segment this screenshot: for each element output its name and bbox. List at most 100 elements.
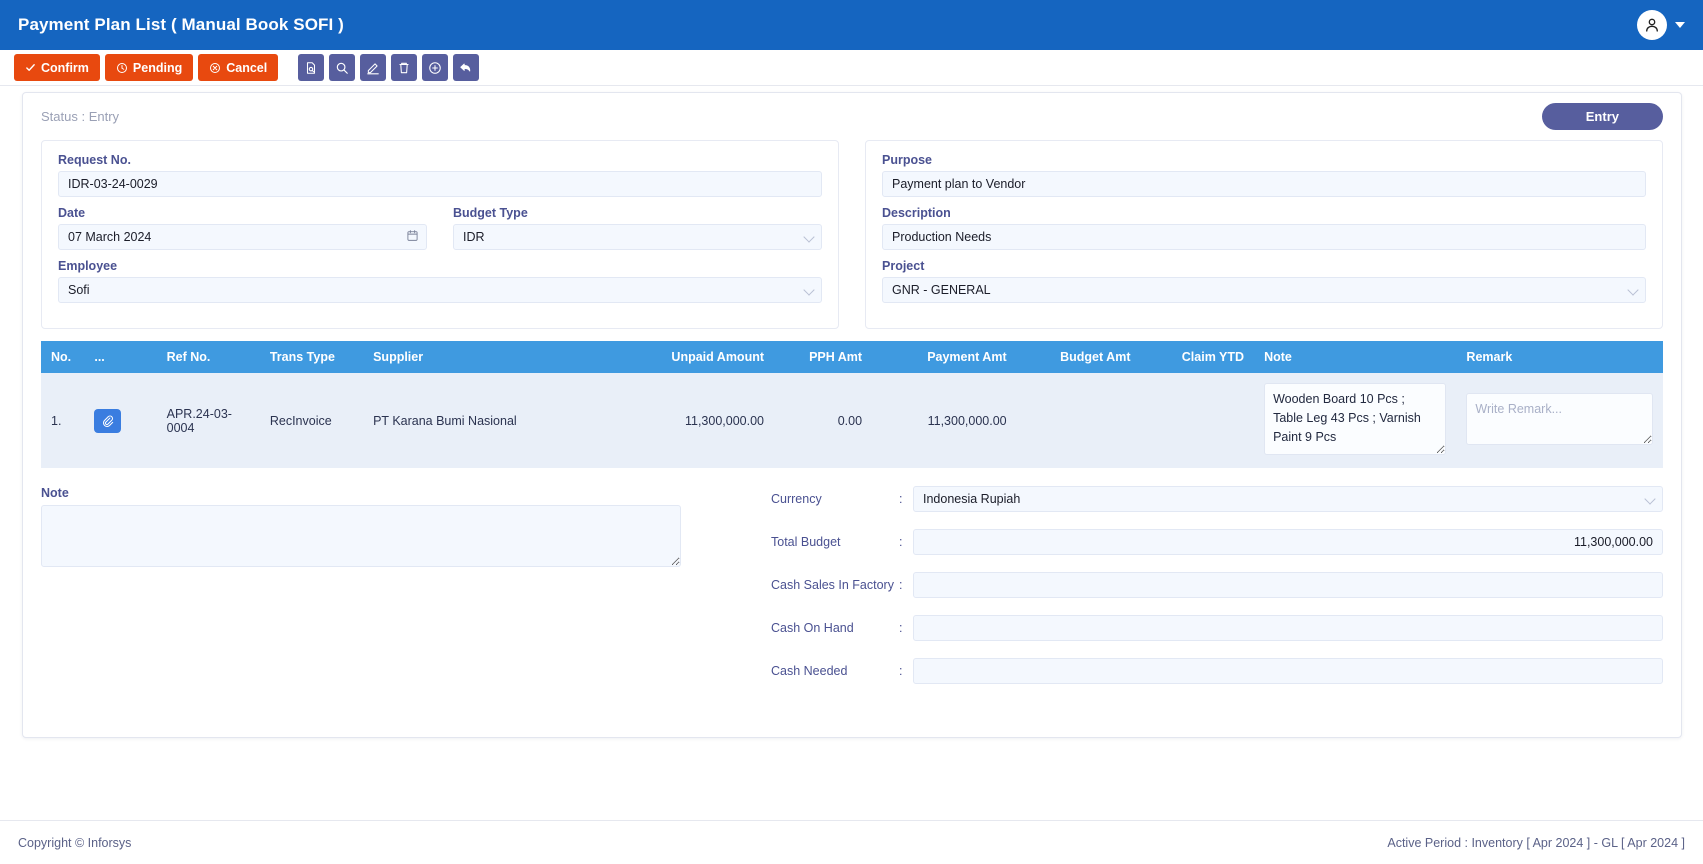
col-claim-ytd[interactable]: Claim YTD [1140, 341, 1255, 373]
status-text: Status : Entry [41, 109, 120, 124]
cell-unpaid-amount: 11,300,000.00 [621, 373, 774, 468]
cash-on-hand-input[interactable] [913, 615, 1663, 641]
cancel-button[interactable]: Cancel [198, 54, 279, 81]
page-title: Payment Plan List ( Manual Book SOFI ) [18, 15, 344, 34]
currency-select[interactable] [913, 486, 1663, 512]
pending-button[interactable]: Pending [104, 54, 194, 81]
field-description: Description [882, 206, 1646, 250]
project-label: Project [882, 259, 925, 273]
employee-select[interactable] [58, 277, 822, 303]
field-project: Project [882, 259, 1646, 303]
request-no-label: Request No. [58, 153, 131, 167]
description-input[interactable] [882, 224, 1646, 250]
cell-note [1254, 373, 1457, 468]
cancel-circle-icon [210, 62, 221, 73]
description-label: Description [882, 206, 951, 220]
total-budget-input[interactable] [913, 529, 1663, 555]
cell-trans-type: RecInvoice [259, 373, 364, 468]
confirm-button[interactable]: Confirm [14, 54, 100, 81]
confirm-button-label: Confirm [41, 60, 89, 75]
paperclip-icon[interactable] [94, 408, 122, 433]
col-unpaid-amount[interactable]: Unpaid Amount [621, 341, 774, 373]
budget-type-select[interactable] [453, 224, 822, 250]
col-attach[interactable]: ... [84, 341, 157, 373]
request-no-input[interactable] [58, 171, 822, 197]
top-bar: Payment Plan List ( Manual Book SOFI ) [0, 0, 1703, 50]
form-panels: Request No. Date [23, 134, 1681, 329]
check-icon [26, 64, 35, 71]
clock-icon [116, 62, 127, 73]
cash-needed-input[interactable] [913, 658, 1663, 684]
cell-pph-amt: 0.00 [774, 373, 873, 468]
colon: : [899, 492, 903, 506]
user-avatar-icon[interactable] [1637, 10, 1667, 40]
field-request-no: Request No. [58, 153, 822, 197]
colon: : [899, 621, 903, 635]
purpose-label: Purpose [882, 153, 933, 167]
col-remark[interactable]: Remark [1456, 341, 1663, 373]
purpose-input[interactable] [882, 171, 1646, 197]
col-budget-amt[interactable]: Budget Amt [1016, 341, 1141, 373]
add-circle-icon[interactable] [422, 54, 449, 81]
cash-needed-label: Cash Needed [771, 664, 848, 678]
row-remark-textarea[interactable] [1466, 393, 1653, 445]
form-panel-right: Purpose Description Project [865, 140, 1663, 329]
row-note-textarea[interactable] [1264, 383, 1447, 455]
cash-sales-in-factory-label: Cash Sales In Factory [771, 578, 894, 592]
cell-supplier: PT Karana Bumi Nasional [363, 373, 622, 468]
summary-row-currency: Currency : [771, 486, 1663, 512]
pending-button-label: Pending [132, 60, 183, 75]
summary-row-cash-needed: Cash Needed : [771, 658, 1663, 684]
project-select[interactable] [882, 277, 1646, 303]
payment-plan-page: Payment Plan List ( Manual Book SOFI ) C… [0, 0, 1703, 864]
summary-row-total-budget: Total Budget : [771, 529, 1663, 555]
undo-arrow-icon[interactable] [453, 54, 480, 81]
document-search-icon[interactable] [298, 54, 325, 81]
field-date: Date [58, 206, 427, 250]
cell-attach [84, 373, 157, 468]
status-badge[interactable]: Entry [1541, 103, 1663, 130]
action-toolbar: Confirm Pending Cancel [0, 50, 1703, 86]
trash-icon[interactable] [391, 54, 418, 81]
note-block: Note [41, 486, 731, 701]
cell-payment-amt: 11,300,000.00 [872, 373, 1017, 468]
note-label: Note [41, 486, 69, 500]
items-table-wrap: No. ... Ref No. Trans Type Supplier Unpa… [23, 329, 1681, 468]
currency-label: Currency [771, 492, 822, 506]
col-trans-type[interactable]: Trans Type [259, 341, 364, 373]
field-employee: Employee [58, 259, 822, 303]
bottom-section: Note Currency : Total Budget : [23, 468, 1681, 701]
note-textarea[interactable] [41, 505, 681, 567]
status-row: Status : Entry Entry [23, 93, 1681, 134]
cash-sales-in-factory-input[interactable] [913, 572, 1663, 598]
table-row: 1. APR.24-03-0004 RecInvoice PT Karana B… [41, 373, 1663, 468]
page-footer: Copyright © Inforsys Active Period : Inv… [0, 820, 1703, 864]
search-icon[interactable] [329, 54, 356, 81]
field-purpose: Purpose [882, 153, 1646, 197]
col-no[interactable]: No. [41, 341, 85, 373]
col-note[interactable]: Note [1254, 341, 1457, 373]
colon: : [899, 535, 903, 549]
col-payment-amt[interactable]: Payment Amt [872, 341, 1017, 373]
cell-remark [1456, 373, 1663, 468]
date-input[interactable] [58, 224, 427, 250]
cell-no: 1. [41, 373, 85, 468]
col-pph-amt[interactable]: PPH Amt [774, 341, 873, 373]
total-budget-label: Total Budget [771, 535, 841, 549]
calendar-icon[interactable] [406, 229, 419, 247]
items-table: No. ... Ref No. Trans Type Supplier Unpa… [41, 341, 1663, 468]
date-label: Date [58, 206, 86, 220]
active-period-text: Active Period : Inventory [ Apr 2024 ] -… [1387, 835, 1685, 850]
cell-claim-ytd [1140, 373, 1255, 468]
colon: : [899, 664, 903, 678]
summary-block: Currency : Total Budget : Cash Sales In [771, 486, 1663, 701]
col-supplier[interactable]: Supplier [363, 341, 622, 373]
main-card: Status : Entry Entry Request No. Date [22, 92, 1682, 738]
cell-budget-amt [1016, 373, 1141, 468]
edit-pencil-icon[interactable] [360, 54, 387, 81]
chevron-down-icon[interactable] [1675, 22, 1685, 28]
employee-label: Employee [58, 259, 118, 273]
col-ref-no[interactable]: Ref No. [156, 341, 260, 373]
colon: : [899, 578, 903, 592]
budget-type-label: Budget Type [453, 206, 528, 220]
